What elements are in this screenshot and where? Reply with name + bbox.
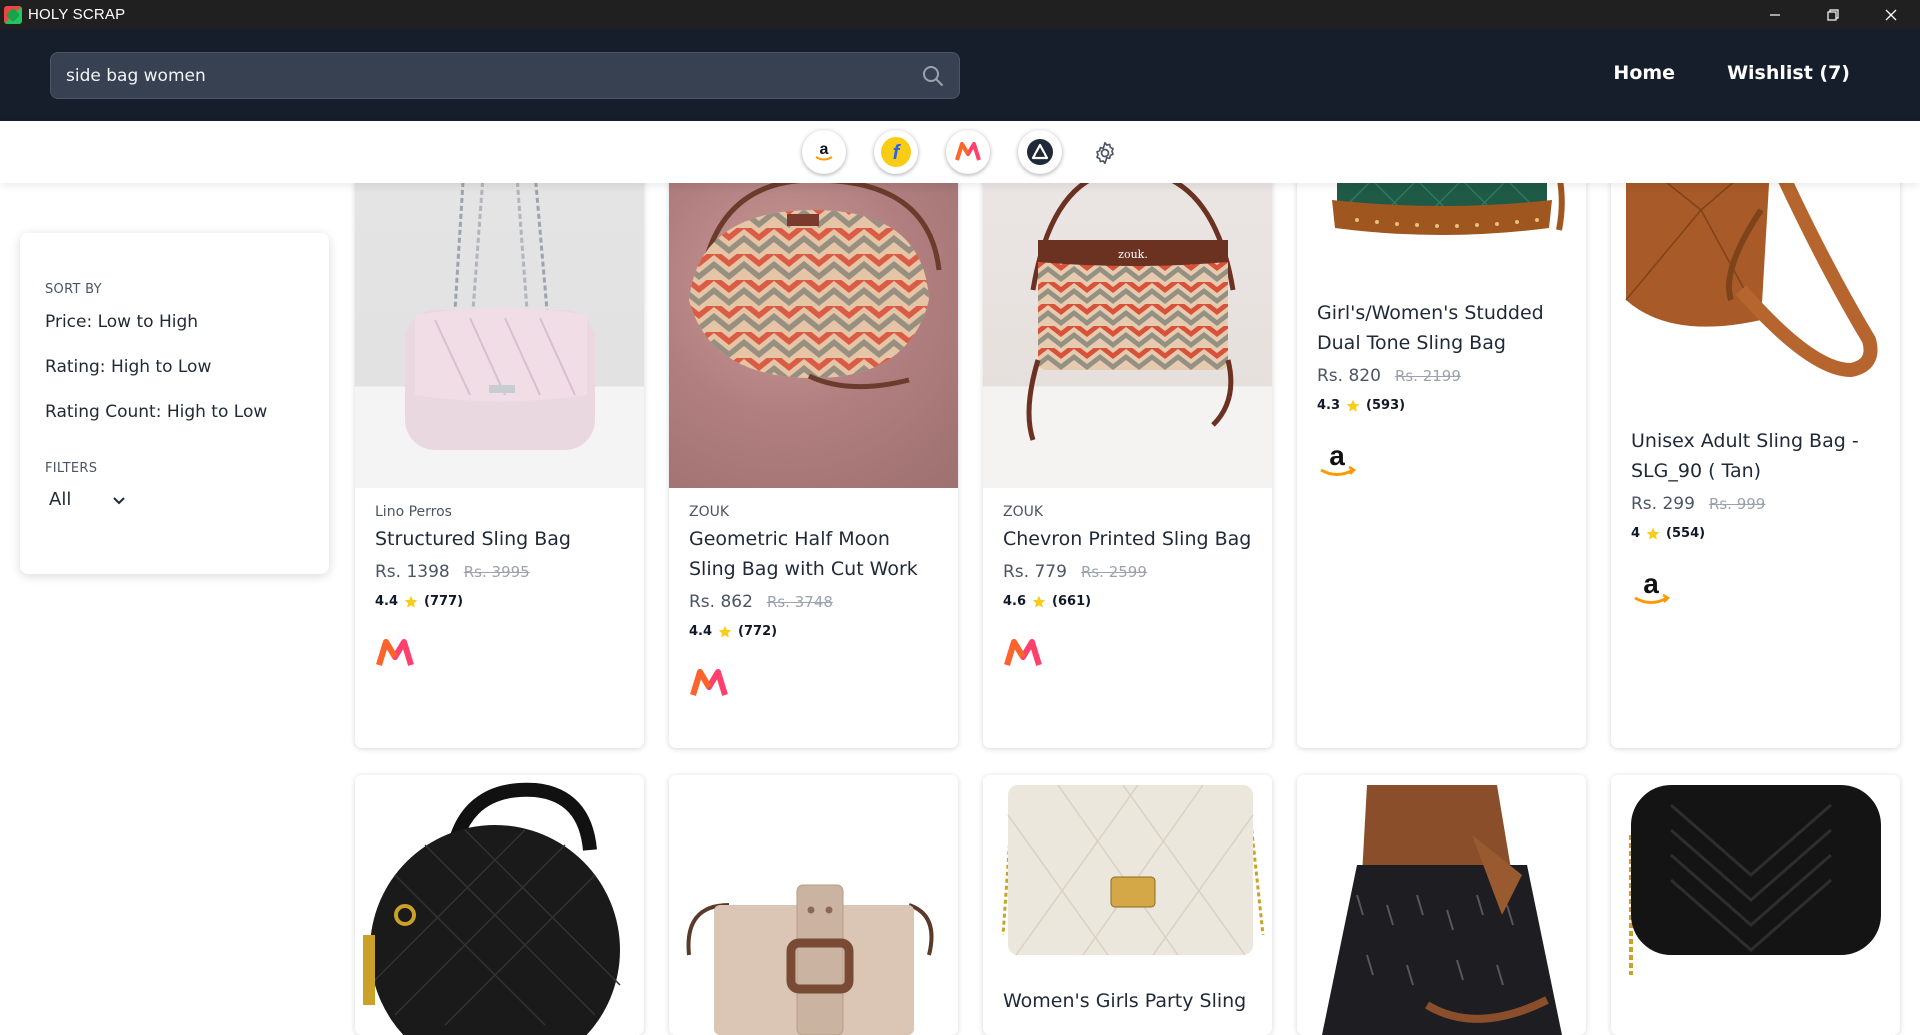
app-title: HOLY SCRAP [28, 6, 126, 23]
restore-icon [1827, 8, 1839, 21]
rating-count: (777) [424, 594, 464, 609]
product-image [1611, 775, 1900, 1035]
close-button[interactable] [1862, 0, 1920, 29]
star-icon [404, 595, 418, 608]
product-mrp: Rs. 2199 [1394, 367, 1461, 385]
product-name: Structured Sling Bag [375, 528, 571, 550]
product-image [1297, 775, 1586, 1035]
product-price: Rs. 820 [1317, 366, 1381, 386]
ajio-icon [1027, 139, 1053, 165]
filters-heading: FILTERS [45, 461, 98, 476]
star-icon [1646, 527, 1660, 540]
product-price: Rs. 779 [1003, 562, 1067, 582]
filter-value: All [49, 489, 72, 510]
product-card[interactable] [669, 775, 958, 1035]
product-card[interactable]: Women's Girls Party Sling [983, 775, 1272, 1035]
store-myntra-button[interactable] [946, 130, 990, 174]
amazon-icon: a [1634, 568, 1671, 604]
svg-text:zouk.: zouk. [1118, 248, 1148, 261]
amazon-icon: a [815, 141, 833, 161]
product-image [669, 775, 958, 1035]
product-card[interactable] [1611, 775, 1900, 1035]
rating-value: 4.6 [1003, 594, 1027, 609]
search-icon[interactable] [921, 64, 945, 88]
close-icon [1885, 9, 1897, 20]
product-card[interactable]: Lino Perros Structured Sling Bag Rs. 139… [355, 150, 644, 748]
product-mrp: Rs. 3748 [766, 593, 833, 611]
product-price: Rs. 862 [689, 592, 753, 612]
filter-dropdown[interactable]: All [49, 489, 127, 510]
myntra-icon [690, 669, 728, 696]
nav-wishlist-link[interactable]: Wishlist (7) [1727, 62, 1850, 84]
product-image [355, 150, 644, 488]
product-card[interactable]: Unisex Adult Sling Bag - SLG_90 ( Tan) R… [1611, 150, 1900, 748]
product-card[interactable]: Girl's/Women's Studded Dual Tone Sling B… [1297, 150, 1586, 748]
title-bar: HOLY SCRAP [0, 0, 1920, 29]
store-ajio-button[interactable] [1018, 130, 1062, 174]
gear-icon[interactable] [1092, 140, 1118, 166]
product-image: zouk. [983, 150, 1272, 488]
sort-filter-panel: SORT BY Price: Low to High Rating: High … [20, 233, 329, 574]
product-card[interactable] [1297, 775, 1586, 1035]
main-nav: Home Wishlist (7) [1613, 62, 1850, 84]
sort-heading: SORT BY [45, 282, 102, 297]
minimize-button[interactable] [1746, 0, 1804, 29]
product-image [1611, 150, 1900, 408]
product-mrp: Rs. 2599 [1080, 563, 1147, 581]
product-image [355, 775, 644, 1035]
svg-text:a: a [1329, 441, 1345, 471]
rating-value: 4.4 [375, 594, 399, 609]
star-icon [1032, 595, 1046, 608]
product-image [983, 775, 1272, 963]
store-amazon-button[interactable]: a [802, 130, 846, 174]
myntra-icon [955, 142, 981, 161]
rating-count: (661) [1052, 594, 1092, 609]
product-card[interactable]: ZOUK Geometric Half Moon Sling Bag with … [669, 150, 958, 748]
star-icon [718, 625, 732, 638]
nav-home-link[interactable]: Home [1613, 62, 1675, 84]
rating-value: 4 [1631, 526, 1641, 541]
product-price: Rs. 299 [1631, 494, 1695, 514]
product-brand: Lino Perros [375, 504, 452, 520]
rating-count: (772) [738, 624, 778, 639]
restore-button[interactable] [1804, 0, 1862, 29]
sort-rating-high-low[interactable]: Rating: High to Low [45, 357, 211, 377]
amazon-icon: a [1320, 440, 1357, 476]
product-name: Women's Girls Party Sling [1003, 990, 1247, 1012]
rating-value: 4.4 [689, 624, 713, 639]
rating-value: 4.3 [1317, 398, 1341, 413]
product-name: Chevron Printed Sling Bag [1003, 528, 1252, 550]
rating-count: (554) [1666, 526, 1706, 541]
svg-text:a: a [820, 141, 829, 158]
product-mrp: Rs. 3995 [463, 563, 530, 581]
product-card[interactable]: zouk. ZOUK Chevron Printed Sling Bag Rs.… [983, 150, 1272, 748]
app-logo-icon [4, 5, 22, 24]
svg-text:a: a [1643, 569, 1659, 599]
rating-count: (593) [1366, 398, 1406, 413]
myntra-icon [1004, 639, 1042, 666]
product-brand: ZOUK [1003, 504, 1044, 520]
sort-price-low-high[interactable]: Price: Low to High [45, 312, 198, 332]
product-price: Rs. 1398 [375, 562, 450, 582]
product-name: Unisex Adult Sling Bag - SLG_90 ( Tan) [1631, 430, 1859, 482]
store-filter-bar: a f [0, 121, 1920, 183]
product-name: Geometric Half Moon Sling Bag with Cut W… [689, 528, 918, 580]
product-name: Girl's/Women's Studded Dual Tone Sling B… [1317, 302, 1544, 354]
chevron-down-icon [113, 496, 126, 504]
sort-rating-count-high-low[interactable]: Rating Count: High to Low [45, 402, 267, 422]
minimize-icon [1770, 13, 1780, 16]
search-bar[interactable]: side bag women [50, 52, 960, 99]
product-card[interactable] [355, 775, 644, 1035]
star-icon [1346, 399, 1360, 412]
search-input[interactable]: side bag women [66, 66, 206, 86]
app-header: side bag women Home Wishlist (7) [0, 29, 1920, 121]
product-image [669, 150, 958, 488]
flipkart-icon: f [881, 137, 911, 167]
product-mrp: Rs. 999 [1708, 495, 1766, 513]
myntra-icon [376, 639, 414, 666]
product-brand: ZOUK [689, 504, 730, 520]
store-flipkart-button[interactable]: f [874, 130, 918, 174]
